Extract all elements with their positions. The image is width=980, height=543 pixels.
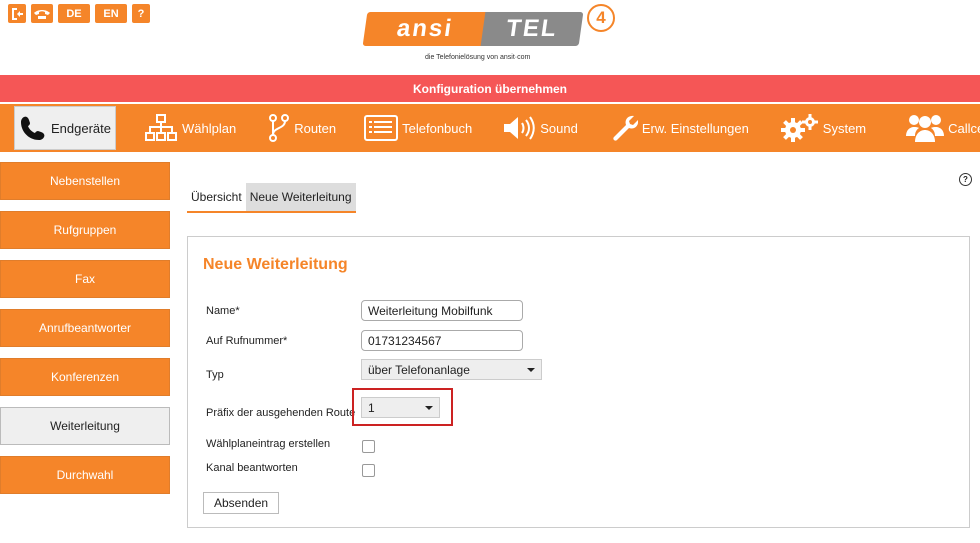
- nav-callcenter[interactable]: Callcenter: [898, 106, 980, 150]
- prefix-select-value: 1: [368, 400, 375, 415]
- nav-waehlplan-label: Wählplan: [182, 120, 237, 136]
- answer-channel-checkbox[interactable]: [362, 464, 375, 477]
- prefix-select[interactable]: 1: [361, 397, 440, 418]
- logo-version-text: 4: [596, 8, 606, 27]
- nav-erw-einstellungen-label: Erw. Einstellungen: [641, 120, 749, 136]
- gears-icon: [780, 114, 818, 142]
- nav-telefonbuch-label: Telefonbuch: [402, 120, 473, 136]
- logo-tagline: die Telefonielösung von ansit·com: [425, 54, 531, 61]
- sidebar-item-weiterleitung[interactable]: Weiterleitung: [0, 407, 170, 445]
- dialplan-checkbox[interactable]: [362, 440, 375, 453]
- type-select-value: über Telefonanlage: [368, 362, 470, 377]
- language-de-label: DE: [66, 7, 82, 20]
- dialplan-label: Wählplaneintrag erstellen: [206, 438, 331, 450]
- nav-system[interactable]: System: [773, 106, 874, 150]
- number-label: Auf Rufnummer*: [206, 335, 288, 347]
- nav-routen[interactable]: Routen: [260, 106, 344, 150]
- logo-tel-text: TEL: [504, 15, 560, 42]
- chevron-down-icon: [425, 405, 433, 410]
- sidebar-item-label: Fax: [74, 272, 95, 286]
- logo-tel: TEL: [480, 12, 584, 46]
- sidebar-item-label: Durchwahl: [56, 468, 114, 482]
- phone-icon: [21, 116, 45, 140]
- logo-ansi-text: ansi: [395, 15, 455, 42]
- nav-endgeraete[interactable]: Endgeräte: [14, 106, 116, 150]
- help-icon[interactable]: ?: [132, 4, 150, 23]
- nav-telefonbuch[interactable]: Telefonbuch: [356, 106, 480, 150]
- route-icon: [269, 114, 290, 142]
- nav-callcenter-label: Callcenter: [948, 120, 980, 136]
- apply-configuration-label: Konfiguration übernehmen: [413, 81, 567, 96]
- type-label: Typ: [206, 369, 224, 381]
- users-icon: [906, 115, 945, 142]
- sidebar-item-label: Konferenzen: [50, 370, 120, 384]
- main-nav: Endgeräte Wählplan Routen Telefonbuch So…: [0, 104, 980, 152]
- sidebar-item-durchwahl[interactable]: Durchwahl: [0, 456, 170, 494]
- language-en-label: EN: [103, 7, 119, 20]
- form-title: Neue Weiterleitung: [203, 256, 348, 273]
- sidebar-item-rufgruppen[interactable]: Rufgruppen: [0, 211, 170, 249]
- submit-button[interactable]: Absenden: [203, 492, 280, 514]
- sidebar: Nebenstellen Rufgruppen Fax Anrufbeantwo…: [0, 162, 170, 505]
- number-input[interactable]: [361, 330, 523, 351]
- sidebar-item-nebenstellen[interactable]: Nebenstellen: [0, 162, 170, 200]
- list-icon: [364, 115, 399, 141]
- name-label: Name*: [206, 305, 240, 317]
- nav-erw-einstellungen[interactable]: Erw. Einstellungen: [600, 106, 757, 150]
- speaker-icon: [504, 116, 535, 140]
- tab-uebersicht[interactable]: Übersicht: [187, 183, 246, 213]
- apply-configuration-button[interactable]: Konfiguration übernehmen: [0, 75, 980, 102]
- top-icon-bar: DE EN ?: [8, 4, 150, 23]
- language-de-button[interactable]: DE: [58, 4, 90, 23]
- logo-version-badge: 4: [587, 4, 615, 32]
- tab-uebersicht-label: Übersicht: [191, 190, 242, 204]
- sidebar-item-label: Nebenstellen: [49, 174, 121, 188]
- tab-neue-weiterleitung[interactable]: Neue Weiterleitung: [245, 183, 356, 213]
- logo-ansi: ansi: [362, 12, 488, 46]
- form-panel: Neue Weiterleitung Name* Auf Rufnummer* …: [187, 236, 970, 528]
- nav-routen-label: Routen: [294, 120, 337, 136]
- type-select[interactable]: über Telefonanlage: [361, 359, 542, 380]
- nav-endgeraete-label: Endgeräte: [51, 120, 111, 136]
- nav-waehlplan[interactable]: Wählplan: [136, 106, 244, 150]
- sidebar-item-anrufbeantworter[interactable]: Anrufbeantworter: [0, 309, 170, 347]
- tab-neue-weiterleitung-label: Neue Weiterleitung: [249, 190, 352, 204]
- ansitel-logo: ansi TEL 4 die Telefonielösung von ansit…: [362, 4, 625, 68]
- help-label: ?: [137, 7, 145, 20]
- tab-bar: Übersicht Neue Weiterleitung: [187, 183, 356, 213]
- phone-hangup-icon[interactable]: [31, 4, 53, 23]
- nav-system-label: System: [822, 120, 867, 136]
- wrench-icon: [613, 115, 638, 141]
- help-circle-icon[interactable]: ?: [959, 173, 972, 186]
- chevron-down-icon: [527, 367, 535, 372]
- prefix-label: Präfix der ausgehenden Route: [206, 407, 356, 419]
- help-circle-label: ?: [963, 175, 968, 184]
- sidebar-item-fax[interactable]: Fax: [0, 260, 170, 298]
- language-en-button[interactable]: EN: [95, 4, 127, 23]
- answer-channel-label: Kanal beantworten: [206, 462, 298, 474]
- sidebar-item-konferenzen[interactable]: Konferenzen: [0, 358, 170, 396]
- logout-icon[interactable]: [8, 4, 26, 23]
- nav-sound[interactable]: Sound: [494, 106, 586, 150]
- name-input[interactable]: [361, 300, 523, 321]
- sidebar-item-label: Rufgruppen: [53, 223, 117, 237]
- sidebar-item-label: Anrufbeantworter: [38, 321, 132, 335]
- sitemap-icon: [145, 114, 177, 141]
- nav-sound-label: Sound: [540, 120, 578, 136]
- sidebar-item-label: Weiterleitung: [50, 419, 120, 433]
